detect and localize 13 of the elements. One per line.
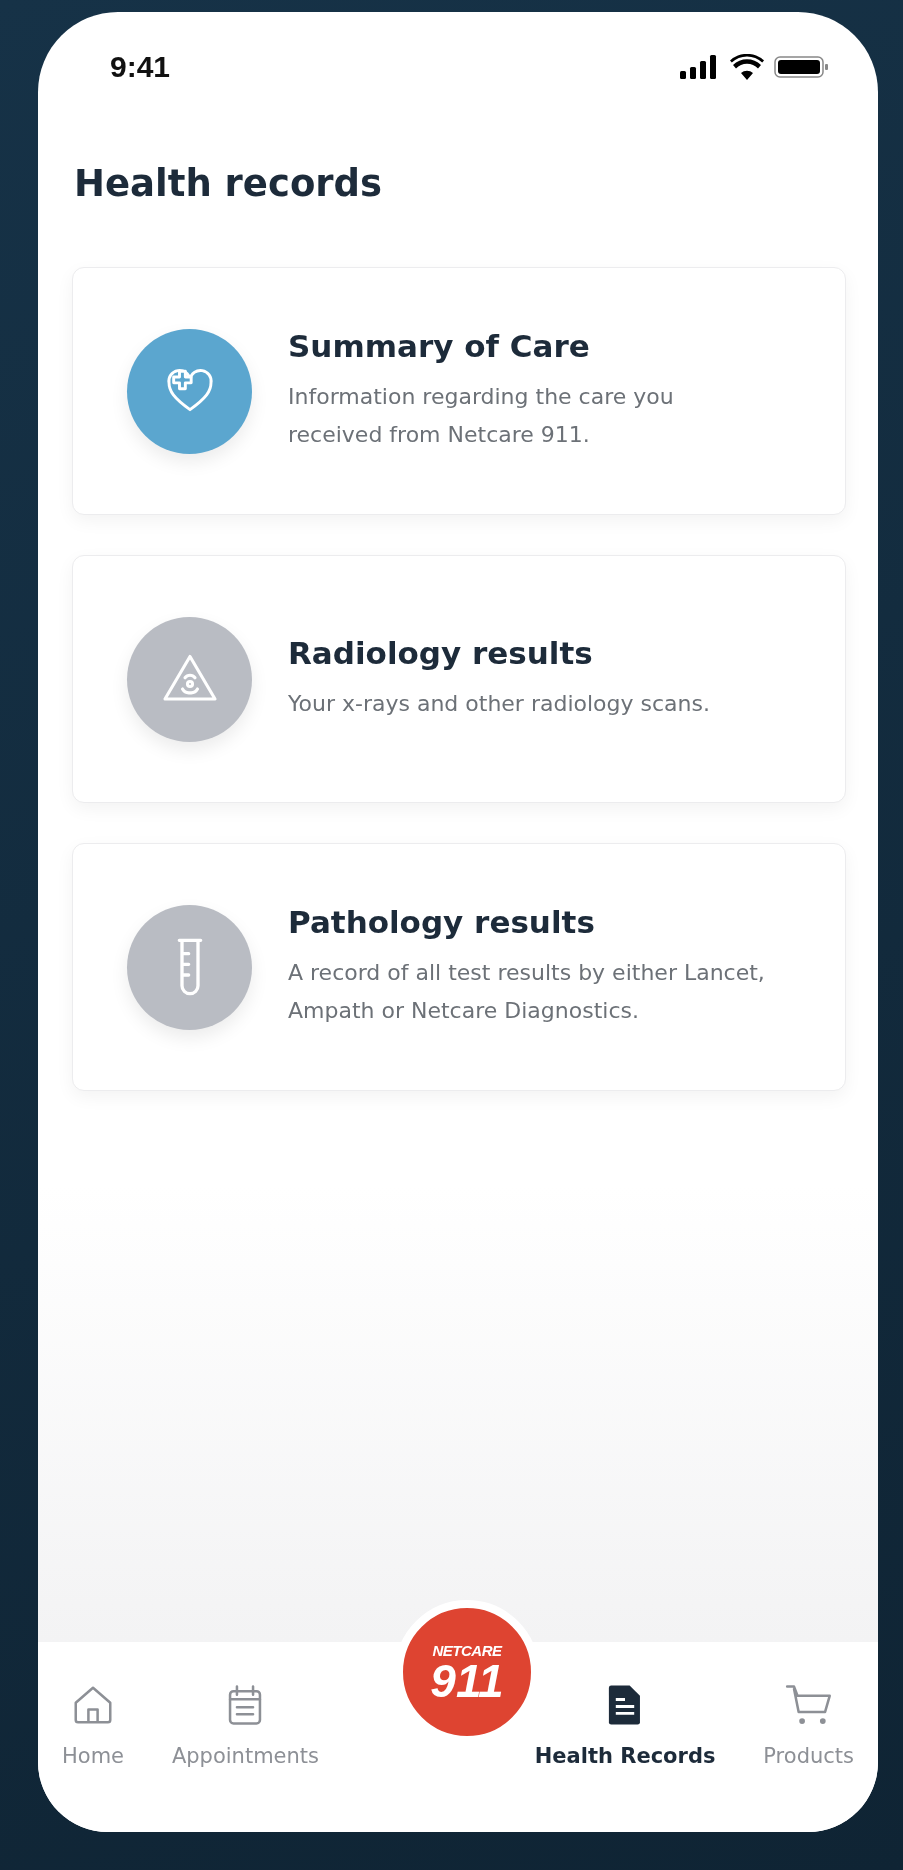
card-description: Your x-rays and other radiology scans. [288, 690, 710, 718]
card-description: Information regarding the care you received from Netcare 911. [288, 383, 675, 449]
wifi-icon [730, 54, 764, 80]
record-card[interactable]: Summary of Care Information regarding the care you received from Netcare 911. [72, 267, 846, 515]
card-title: Summary of Care [288, 328, 591, 364]
page-title: Health records [74, 162, 384, 205]
card-title: Pathology results [288, 904, 596, 940]
status-time: 9:41 [110, 50, 171, 84]
record-card[interactable]: Pathology results A record of all test results by either Lancet, Ampath or Netcare Diagnostics. [72, 843, 846, 1091]
record-card[interactable]: Radiology results Your x-rays and other radiology scans. [72, 555, 846, 803]
card-description: A record of all test results by either Lancet, Ampath or Netcare Diagnostics. [288, 959, 766, 1025]
battery-icon [774, 55, 828, 79]
card-title: Radiology results [288, 635, 594, 671]
